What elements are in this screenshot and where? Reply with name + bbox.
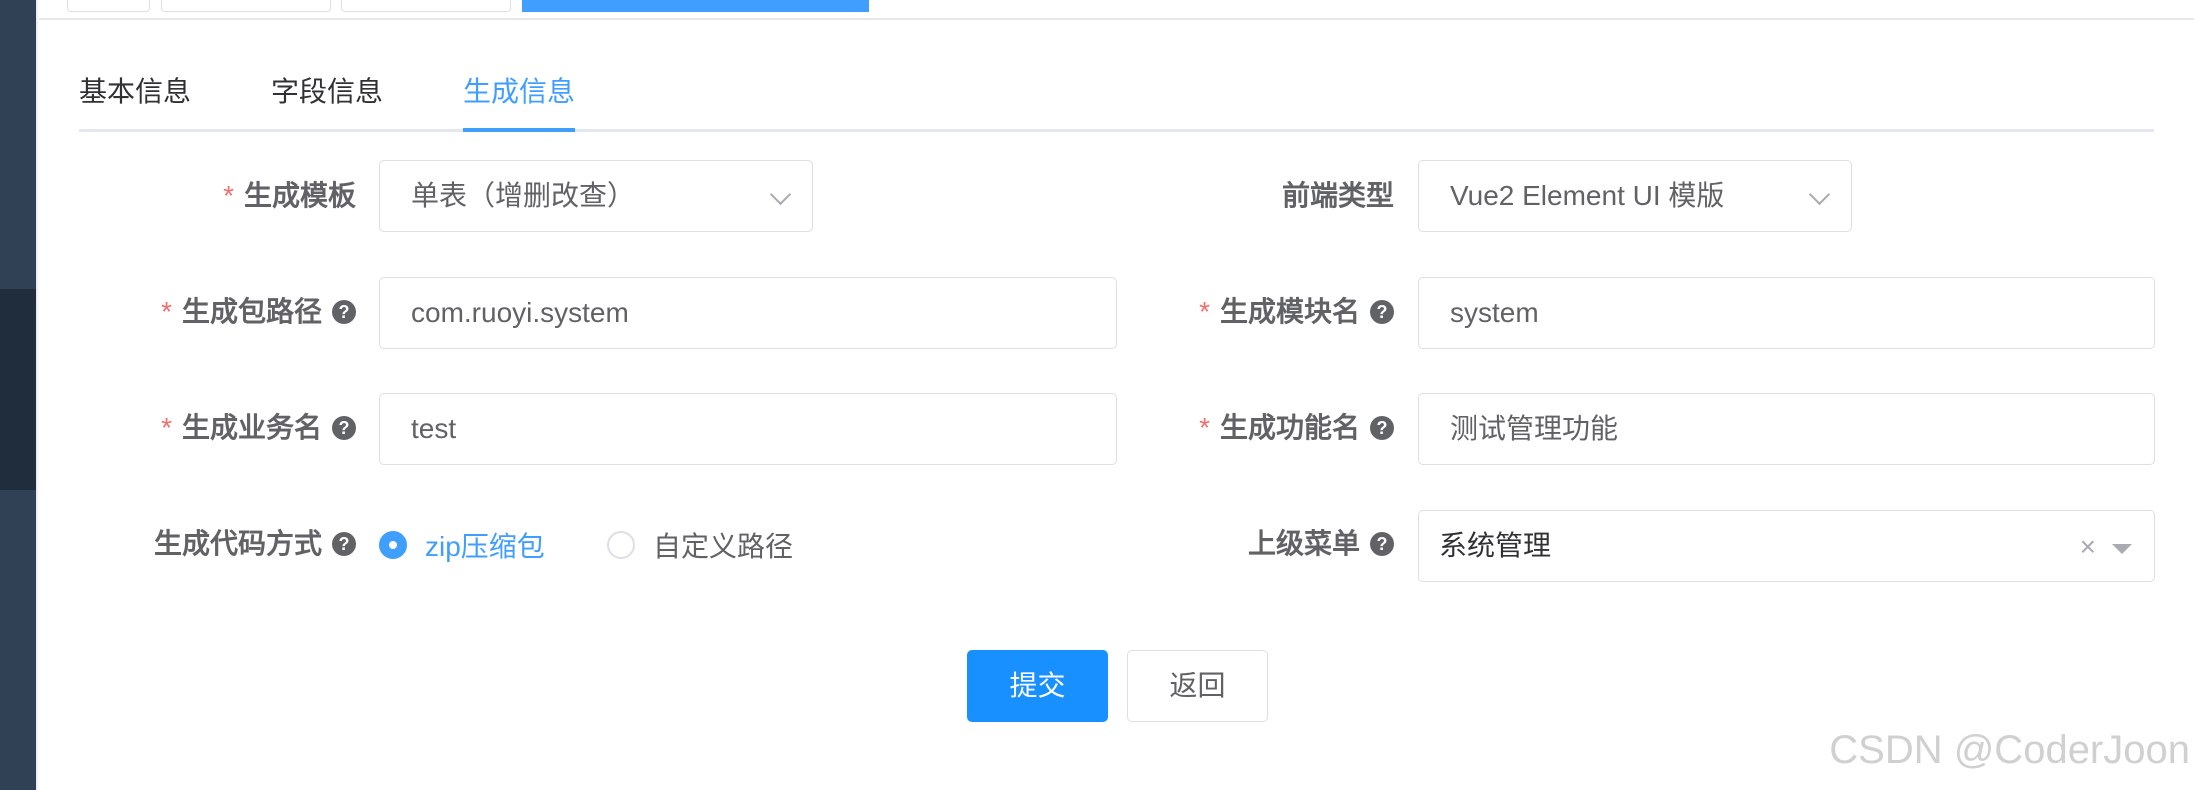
module-name-value: system: [1450, 297, 1539, 328]
question-circle-icon[interactable]: ?: [332, 531, 356, 556]
package-path-input[interactable]: com.ruoyi.system: [379, 277, 1117, 349]
question-circle-icon[interactable]: ?: [1370, 531, 1394, 556]
submit-button[interactable]: 提交: [967, 650, 1108, 722]
radio-checked-icon: [379, 531, 407, 559]
parent-menu-label: 上级菜单?: [1100, 524, 1394, 564]
package-path-value: com.ruoyi.system: [411, 297, 629, 328]
module-name-label-text: 生成模块名: [1219, 296, 1360, 327]
tab-gen-info[interactable]: 生成信息: [463, 70, 575, 110]
parent-menu-value: 系统管理: [1439, 530, 1552, 561]
frontend-type-label: 前端类型: [1100, 176, 1394, 216]
template-select-value: 单表（增删改查）: [411, 180, 636, 211]
tab-basic-info[interactable]: 基本信息: [79, 70, 191, 110]
frontend-type-select-value: Vue2 Element UI 模版: [1450, 180, 1725, 211]
function-name-input[interactable]: 测试管理功能: [1418, 393, 2155, 465]
top-toolbar: [39, 0, 2194, 20]
question-circle-icon[interactable]: ?: [332, 415, 356, 440]
business-name-input[interactable]: test: [379, 393, 1117, 465]
tabs-divider: [79, 129, 2154, 132]
tab-field-info[interactable]: 字段信息: [271, 70, 383, 110]
gen-type-radio-zip-label: zip压缩包: [425, 531, 545, 562]
function-name-label: * 生成功能名?: [1100, 408, 1394, 448]
template-label: * 生成模板: [120, 176, 356, 216]
gen-type-radio-custom[interactable]: 自定义路径: [607, 530, 793, 562]
package-path-label: * 生成包路径?: [100, 292, 356, 332]
frontend-type-label-text: 前端类型: [1281, 180, 1394, 211]
toolbar-button[interactable]: [67, 0, 150, 12]
tab-bar: 基本信息 字段信息 生成信息: [79, 60, 2154, 132]
business-name-label: * 生成业务名?: [100, 408, 356, 448]
template-label-text: 生成模板: [243, 180, 356, 211]
question-circle-icon[interactable]: ?: [1370, 299, 1394, 324]
function-name-value: 测试管理功能: [1450, 413, 1619, 444]
module-name-label: * 生成模块名?: [1100, 292, 1394, 332]
chevron-down-icon: [769, 183, 792, 206]
chevron-down-icon: [1808, 183, 1831, 206]
tab-active-indicator: [463, 128, 575, 132]
parent-menu-label-text: 上级菜单: [1247, 528, 1360, 559]
required-mark: *: [161, 296, 172, 327]
watermark: CSDN @CoderJoon: [1829, 728, 2190, 772]
business-name-label-text: 生成业务名: [181, 412, 322, 443]
package-path-label-text: 生成包路径: [181, 296, 322, 327]
question-circle-icon[interactable]: ?: [332, 299, 356, 324]
toolbar-primary-button[interactable]: [522, 0, 869, 12]
clear-icon[interactable]: ×: [2080, 511, 2096, 581]
toolbar-button[interactable]: [161, 0, 331, 12]
frontend-type-select[interactable]: Vue2 Element UI 模版: [1418, 160, 1852, 232]
required-mark: *: [1199, 412, 1210, 443]
module-name-input[interactable]: system: [1418, 277, 2155, 349]
toolbar-button[interactable]: [341, 0, 511, 12]
back-button[interactable]: 返回: [1127, 650, 1268, 722]
template-select[interactable]: 单表（增删改查）: [379, 160, 813, 232]
caret-down-icon[interactable]: [2112, 544, 2132, 554]
radio-unchecked-icon: [607, 531, 635, 559]
required-mark: *: [161, 412, 172, 443]
function-name-label-text: 生成功能名: [1219, 412, 1360, 443]
question-circle-icon[interactable]: ?: [1370, 415, 1394, 440]
required-mark: *: [223, 180, 234, 211]
gen-type-label-text: 生成代码方式: [153, 528, 322, 559]
sidebar-shadow: [36, 0, 39, 790]
gen-type-radio-zip[interactable]: zip压缩包: [379, 530, 545, 562]
parent-menu-treeselect[interactable]: 系统管理 ×: [1418, 510, 2155, 582]
required-mark: *: [1199, 296, 1210, 327]
business-name-value: test: [411, 413, 457, 444]
sidebar-active-item[interactable]: [0, 289, 36, 490]
gen-type-radio-custom-label: 自定义路径: [653, 531, 794, 562]
gen-type-label: 生成代码方式?: [100, 524, 356, 564]
